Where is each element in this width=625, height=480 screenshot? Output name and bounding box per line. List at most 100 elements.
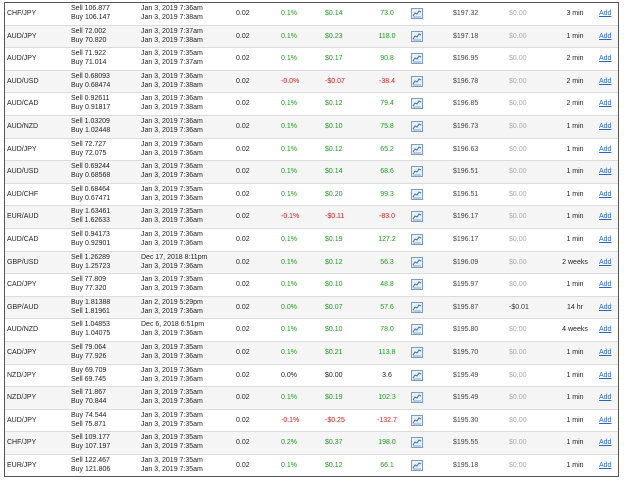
open-date: Jan 3, 2019 7:36am xyxy=(141,140,203,148)
trade-duration: 1 min xyxy=(566,394,584,402)
open-price: Buy 1.81388 xyxy=(71,298,111,306)
close-price: Sell 75.871 xyxy=(71,420,107,428)
close-price: Sell 69.745 xyxy=(71,375,107,383)
open-date: Jan 2, 2019 5:29pm xyxy=(141,298,203,306)
profit-amount: $0.10 xyxy=(325,281,343,289)
lot-size: 0.02 xyxy=(236,100,250,108)
currency-pair: AUD/USD xyxy=(7,77,39,85)
chart-icon[interactable] xyxy=(411,256,423,268)
gain-percent: 0.1% xyxy=(281,190,297,198)
close-price: Buy 0.92901 xyxy=(71,239,111,247)
chart-icon[interactable] xyxy=(411,166,423,178)
chart-icon[interactable] xyxy=(411,459,423,471)
chart-icon[interactable] xyxy=(411,279,423,291)
profit-amount: $0.10 xyxy=(325,326,343,334)
open-date: Jan 3, 2019 7:36am xyxy=(141,366,203,374)
add-link[interactable]: Add xyxy=(599,123,611,131)
pips-value: 198.0 xyxy=(378,439,396,447)
trade-rows: CHF/JPY Sell 106.877 Buy 106.147 Jan 3, … xyxy=(5,3,618,476)
balance-value: $196.51 xyxy=(453,168,479,176)
add-link[interactable]: Add xyxy=(599,10,611,18)
balance-value: $195.30 xyxy=(453,416,479,424)
open-price: Buy 1.63461 xyxy=(71,208,111,216)
gain-percent: 0.1% xyxy=(281,235,297,243)
balance-value: $195.55 xyxy=(453,439,479,447)
trade-dates: Jan 3, 2019 7:36am Jan 3, 2019 7:36am xyxy=(141,367,203,385)
pips-value: 56.3 xyxy=(380,258,394,266)
chart-icon[interactable] xyxy=(411,120,423,132)
open-date: Jan 3, 2019 7:37am xyxy=(141,27,203,35)
add-link[interactable]: Add xyxy=(599,394,611,402)
currency-pair: GBP/USD xyxy=(7,258,39,266)
chart-icon[interactable] xyxy=(411,75,423,87)
chart-icon[interactable] xyxy=(411,414,423,426)
close-date: Jan 3, 2019 7:36am xyxy=(141,126,203,134)
balance-value: $196.95 xyxy=(453,55,479,63)
profit-amount: $0.10 xyxy=(325,122,343,130)
chart-icon[interactable] xyxy=(411,346,423,358)
open-date: Jan 3, 2019 7:35am xyxy=(141,434,203,442)
add-link[interactable]: Add xyxy=(599,462,611,470)
add-link[interactable]: Add xyxy=(599,439,611,447)
profit-amount: $0.14 xyxy=(325,10,343,17)
add-link[interactable]: Add xyxy=(599,259,611,267)
add-link[interactable]: Add xyxy=(599,146,611,154)
profit-amount: $0.19 xyxy=(325,394,343,402)
trade-dates: Jan 3, 2019 7:35am Jan 3, 2019 7:35am xyxy=(141,434,203,452)
add-link[interactable]: Add xyxy=(599,372,611,380)
close-price: Buy 107.197 xyxy=(71,443,111,451)
chart-icon[interactable] xyxy=(411,233,423,245)
add-link[interactable]: Add xyxy=(599,349,611,357)
balance-value: $195.80 xyxy=(453,326,479,334)
chart-icon[interactable] xyxy=(411,53,423,65)
chart-icon[interactable] xyxy=(411,211,423,223)
trade-prices: Sell 0.92611 Buy 0.91817 xyxy=(71,95,110,113)
pips-value: 102.3 xyxy=(378,394,396,402)
table-row: EUR/AUD Buy 1.63461 Sell 1.62633 Jan 3, … xyxy=(5,206,618,229)
add-link[interactable]: Add xyxy=(599,326,611,334)
open-date: Jan 3, 2019 7:35am xyxy=(141,343,203,351)
add-link[interactable]: Add xyxy=(599,213,611,221)
trade-dates: Jan 3, 2019 7:36am Jan 3, 2019 7:36am xyxy=(141,163,203,181)
currency-pair: AUD/CAD xyxy=(7,100,39,108)
add-link[interactable]: Add xyxy=(599,168,611,176)
trade-prices: Sell 72.002 Buy 70.820 xyxy=(71,28,106,46)
currency-pair: GBP/AUD xyxy=(7,303,39,311)
chart-icon[interactable] xyxy=(411,8,423,19)
trade-prices: Sell 109.177 Buy 107.197 xyxy=(71,434,110,452)
close-date: Jan 3, 2019 7:36am xyxy=(141,239,203,247)
chart-icon[interactable] xyxy=(411,392,423,404)
chart-icon[interactable] xyxy=(411,188,423,200)
chart-icon[interactable] xyxy=(411,30,423,42)
add-link[interactable]: Add xyxy=(599,417,611,425)
open-date: Jan 3, 2019 7:36am xyxy=(141,72,203,80)
add-link[interactable]: Add xyxy=(599,100,611,108)
chart-icon[interactable] xyxy=(411,143,423,155)
add-link[interactable]: Add xyxy=(599,191,611,199)
add-link[interactable]: Add xyxy=(599,78,611,86)
add-link[interactable]: Add xyxy=(599,55,611,63)
pips-value: 79.4 xyxy=(380,100,394,108)
trade-prices: Sell 0.68093 Buy 0.68474 xyxy=(71,73,110,91)
add-link[interactable]: Add xyxy=(599,236,611,244)
close-price: Buy 106.147 xyxy=(71,14,111,21)
chart-icon[interactable] xyxy=(411,324,423,336)
trade-prices: Sell 71.922 Buy 71.014 xyxy=(71,50,106,68)
chart-icon[interactable] xyxy=(411,437,423,449)
chart-icon[interactable] xyxy=(411,301,423,313)
swap-value: $0.00 xyxy=(509,77,527,85)
swap-value: $0.00 xyxy=(509,55,527,63)
trade-duration: 1 min xyxy=(566,235,584,243)
chart-icon[interactable] xyxy=(411,369,423,381)
close-date: Jan 3, 2019 7:36am xyxy=(141,194,203,202)
chart-icon[interactable] xyxy=(411,98,423,110)
close-price: Buy 70.844 xyxy=(71,398,107,406)
currency-pair: EUR/AUD xyxy=(7,213,39,221)
currency-pair: AUD/JPY xyxy=(7,416,37,424)
add-link[interactable]: Add xyxy=(599,33,611,41)
add-link[interactable]: Add xyxy=(599,304,611,312)
profit-amount: -$0.25 xyxy=(325,416,345,424)
add-link[interactable]: Add xyxy=(599,281,611,289)
table-row: AUD/NZD Sell 1.03209 Buy 1.02448 Jan 3, … xyxy=(5,115,618,139)
balance-value: $196.51 xyxy=(453,190,479,198)
